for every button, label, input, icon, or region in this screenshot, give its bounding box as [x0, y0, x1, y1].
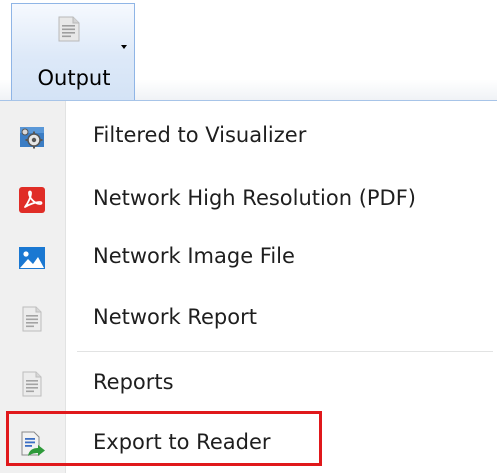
output-dropdown-menu: Filtered to Visualizer Network High Reso… [0, 100, 497, 473]
chevron-down-icon [121, 45, 127, 49]
menu-item-reports[interactable]: Reports [0, 354, 497, 414]
output-button-label: Output [37, 66, 111, 90]
image-icon [18, 244, 46, 272]
menu-item-filtered-to-visualizer[interactable]: Filtered to Visualizer [0, 107, 497, 167]
document-icon [58, 16, 80, 46]
menu-item-export-to-reader[interactable]: Export to Reader [0, 414, 497, 474]
menu-item-label: Filtered to Visualizer [93, 123, 307, 147]
menu-item-label: Export to Reader [93, 430, 271, 454]
menu-separator [77, 351, 493, 352]
output-dropdown-button[interactable]: Output [11, 3, 135, 100]
menu-item-network-high-resolution-pdf[interactable]: Network High Resolution (PDF) [0, 170, 497, 230]
pdf-icon [18, 186, 46, 214]
document-icon [18, 305, 46, 333]
menu-item-network-image-file[interactable]: Network Image File [0, 228, 497, 288]
visualizer-gear-icon [18, 123, 46, 151]
menu-item-label: Network Report [93, 305, 257, 329]
menu-item-label: Network High Resolution (PDF) [93, 186, 416, 210]
document-icon [18, 370, 46, 398]
export-arrow-icon [18, 430, 46, 458]
menu-item-label: Network Image File [93, 244, 295, 268]
menu-item-label: Reports [93, 370, 174, 394]
menu-item-network-report[interactable]: Network Report [0, 289, 497, 349]
